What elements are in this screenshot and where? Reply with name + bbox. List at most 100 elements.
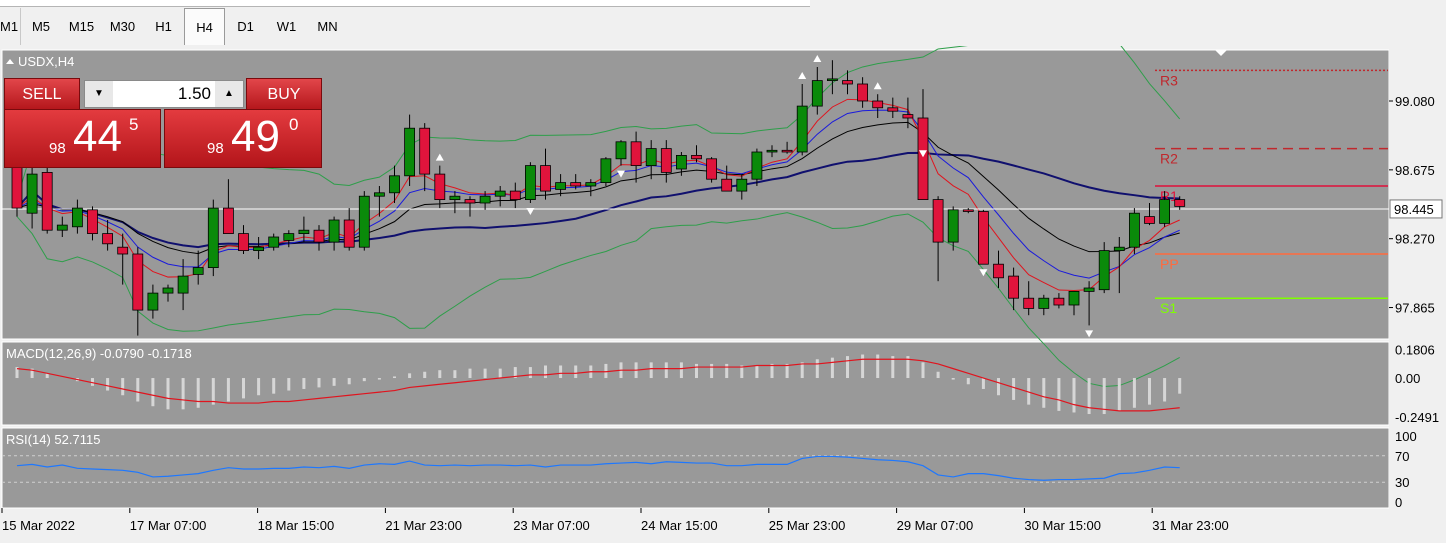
candle-bull — [26, 173, 38, 214]
candle-bull — [555, 182, 566, 190]
candle-bull — [525, 165, 536, 200]
candle-bear — [343, 219, 355, 248]
panel-3 — [1, 427, 1390, 509]
pivot-label-r3: R3 — [1160, 72, 1178, 88]
timeframe-m30[interactable]: M30 — [102, 8, 143, 45]
rsi-tick-label: 100 — [1395, 429, 1417, 444]
price-axis — [1389, 46, 1446, 538]
buy-price-prefix: 98 — [207, 140, 224, 157]
candle-bear — [842, 80, 853, 85]
candle-bull — [298, 229, 310, 234]
candle-bull — [449, 195, 461, 200]
candle-bull — [1098, 250, 1110, 291]
candle-bear — [857, 83, 868, 102]
candle-bull — [585, 182, 597, 187]
candle-bull — [479, 195, 491, 204]
candle-bear — [238, 233, 249, 252]
timeframe-d1[interactable]: D1 — [225, 8, 266, 45]
candle-bear — [87, 209, 98, 235]
pivot-label-s1: S1 — [1160, 300, 1177, 316]
candle-bull — [1113, 246, 1125, 251]
buy-price-pip: 0 — [289, 115, 299, 134]
candle-bear — [1144, 216, 1155, 224]
candle-bull — [404, 127, 416, 177]
candle-bear — [222, 207, 234, 235]
timeframe-h1[interactable]: H1 — [143, 8, 184, 45]
candle-bull — [72, 207, 83, 228]
price-tick-label: 98.675 — [1395, 163, 1435, 178]
candle-bear — [993, 263, 1004, 279]
rsi-tick-label: 70 — [1395, 449, 1409, 464]
candle-bull — [389, 175, 400, 194]
candle-bull — [1129, 212, 1140, 248]
timeframe-h4[interactable]: H4 — [184, 8, 225, 45]
current-price-label: 98.445 — [1394, 202, 1434, 217]
candle-bull — [947, 209, 959, 243]
time-label: 17 Mar 07:00 — [130, 518, 207, 533]
one-click-trading-panel: SELL ▼ 1.50 ▲ BUY 98 44 5 98 49 0 — [4, 78, 322, 168]
rsi-tick-label: 0 — [1395, 495, 1402, 510]
macd-label: MACD(12,26,9) -0.0790 -0.1718 — [6, 346, 192, 361]
candle-bear — [570, 182, 582, 187]
candle-bear — [781, 149, 793, 153]
timeframe-m15[interactable]: M15 — [61, 8, 102, 45]
candle-bear — [117, 246, 129, 255]
buy-button[interactable]: BUY — [246, 78, 322, 110]
candle-bull — [766, 149, 778, 153]
lot-size-value[interactable]: 1.50 — [117, 81, 211, 107]
candle-bull — [147, 292, 159, 311]
candle-bull — [600, 158, 612, 184]
candle-bull — [615, 141, 627, 160]
candle-bear — [978, 211, 989, 265]
pivot-label-pp: PP — [1160, 256, 1179, 272]
candle-bear — [41, 172, 53, 231]
candle-bull — [283, 233, 295, 241]
time-label: 21 Mar 23:00 — [385, 518, 462, 533]
lot-decrease-arrow-icon[interactable]: ▼ — [85, 81, 113, 107]
candle-bull — [253, 246, 265, 251]
candle-bear — [1174, 199, 1186, 207]
candle-bull — [494, 190, 506, 197]
sell-price-pip: 5 — [129, 115, 139, 134]
candle-bear — [1008, 275, 1019, 299]
symbol-label: USDX,H4 — [18, 54, 74, 69]
timeframe-w1[interactable]: W1 — [266, 8, 307, 45]
candle-bear — [962, 209, 974, 212]
candle-bear — [509, 190, 521, 201]
candle-bull — [268, 236, 280, 248]
candle-bear — [1023, 297, 1035, 309]
sell-button[interactable]: SELL — [4, 78, 80, 110]
top-toolbar-strip — [0, 0, 810, 7]
time-label: 24 Mar 15:00 — [641, 518, 718, 533]
buy-price-box[interactable]: 98 49 0 — [164, 109, 322, 168]
candle-bear — [660, 148, 672, 173]
candle-bear — [102, 233, 113, 245]
rsi-label: RSI(14) 52.7115 — [6, 432, 100, 447]
candle-bear — [932, 199, 944, 243]
macd-tick-label: -0.2491 — [1395, 410, 1439, 425]
candle-bull — [1038, 297, 1050, 309]
candle-bull — [827, 78, 838, 82]
candle-bear — [434, 173, 446, 201]
candle-bull — [192, 267, 204, 275]
candle-bear — [132, 253, 144, 311]
candle-bull — [162, 287, 174, 294]
candle-bear — [1053, 297, 1065, 306]
sell-price-box[interactable]: 98 44 5 — [4, 109, 161, 168]
lot-increase-arrow-icon[interactable]: ▲ — [215, 81, 243, 107]
candle-bull — [358, 195, 370, 248]
candle-bear — [630, 141, 642, 167]
candle-bull — [177, 275, 189, 294]
candle-bull — [1159, 199, 1170, 224]
timeframe-m1[interactable]: M1 — [0, 8, 20, 45]
time-label: 23 Mar 07:00 — [513, 518, 590, 533]
timeframe-mn[interactable]: MN — [307, 8, 348, 45]
price-tick-label: 98.270 — [1395, 232, 1435, 247]
lot-size-field[interactable]: ▼ 1.50 ▲ — [84, 80, 244, 108]
timeframe-m5[interactable]: M5 — [20, 8, 61, 45]
candle-bear — [706, 158, 717, 180]
candle-bear — [464, 199, 476, 204]
candle-bull — [1068, 290, 1080, 306]
candle-bull — [1083, 287, 1095, 292]
candle-bear — [917, 117, 929, 200]
